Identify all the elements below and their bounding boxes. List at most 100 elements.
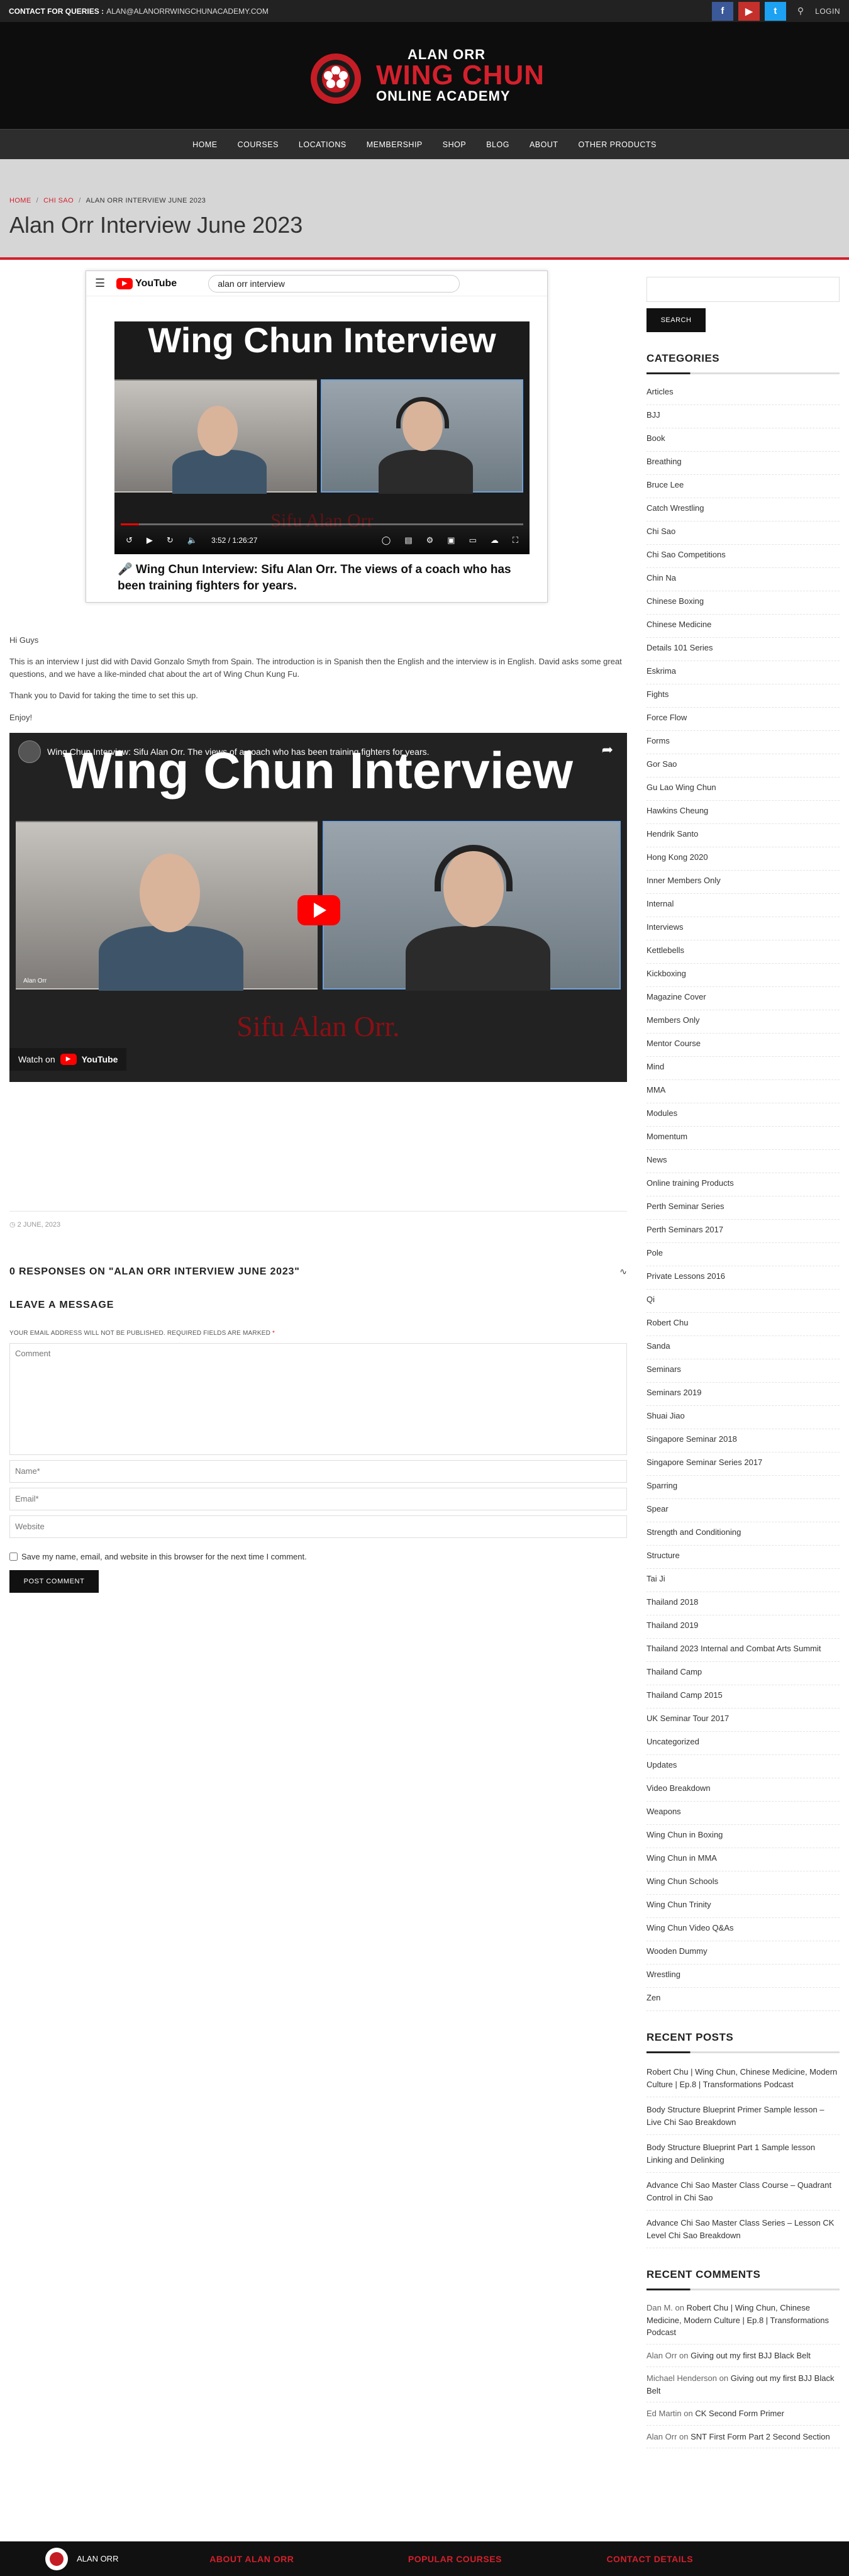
category-item[interactable]: Singapore Seminar 2018 bbox=[646, 1429, 840, 1452]
category-item[interactable]: Book bbox=[646, 428, 840, 452]
twitter-icon[interactable]: t bbox=[764, 1, 786, 21]
category-item[interactable]: Wing Chun in MMA bbox=[646, 1848, 840, 1871]
category-item[interactable]: UK Seminar Tour 2017 bbox=[646, 1709, 840, 1732]
forward-icon[interactable]: ↻ bbox=[167, 535, 174, 545]
hamburger-icon[interactable]: ☰ bbox=[95, 277, 105, 290]
category-item[interactable]: Momentum bbox=[646, 1127, 840, 1150]
category-item[interactable]: Seminars bbox=[646, 1359, 840, 1383]
comment-author[interactable]: Dan M. bbox=[646, 2303, 673, 2312]
email-field[interactable] bbox=[9, 1487, 627, 1510]
rewind-icon[interactable]: ↺ bbox=[126, 535, 133, 545]
youtube-logo[interactable]: ▶ YouTube bbox=[116, 277, 177, 289]
category-item[interactable]: Zen bbox=[646, 1988, 840, 2011]
category-item[interactable]: Magazine Cover bbox=[646, 987, 840, 1010]
nav-about[interactable]: ABOUT bbox=[530, 140, 558, 149]
category-item[interactable]: Eskrima bbox=[646, 661, 840, 684]
sidebar-search-input[interactable] bbox=[646, 277, 840, 302]
recent-post-item[interactable]: Advance Chi Sao Master Class Series – Le… bbox=[646, 2211, 840, 2248]
play-icon[interactable]: ▶ bbox=[147, 535, 153, 545]
category-item[interactable]: Inner Members Only bbox=[646, 871, 840, 894]
category-item[interactable]: Mentor Course bbox=[646, 1034, 840, 1057]
category-item[interactable]: Qi bbox=[646, 1290, 840, 1313]
category-item[interactable]: Robert Chu bbox=[646, 1313, 840, 1336]
category-item[interactable]: Wing Chun in Boxing bbox=[646, 1825, 840, 1848]
comment-textarea[interactable] bbox=[9, 1342, 627, 1455]
nav-locations[interactable]: LOCATIONS bbox=[299, 140, 347, 149]
category-item[interactable]: Bruce Lee bbox=[646, 475, 840, 498]
category-item[interactable]: Articles bbox=[646, 382, 840, 405]
category-item[interactable]: Chi Sao bbox=[646, 521, 840, 545]
search-icon[interactable]: ⚲ bbox=[797, 6, 804, 16]
category-item[interactable]: Online training Products bbox=[646, 1173, 840, 1196]
category-item[interactable]: Thailand 2019 bbox=[646, 1615, 840, 1639]
category-item[interactable]: Kettlebells bbox=[646, 940, 840, 964]
comment-post-link[interactable]: Robert Chu | Wing Chun, Chinese Medicine… bbox=[646, 2303, 829, 2337]
login-link[interactable]: LOGIN bbox=[815, 7, 840, 16]
category-item[interactable]: Tai Ji bbox=[646, 1569, 840, 1592]
category-item[interactable]: Forms bbox=[646, 731, 840, 754]
category-item[interactable]: Pole bbox=[646, 1243, 840, 1266]
category-item[interactable]: Details 101 Series bbox=[646, 638, 840, 661]
recent-post-item[interactable]: Body Structure Blueprint Primer Sample l… bbox=[646, 2097, 840, 2135]
facebook-icon[interactable]: f bbox=[711, 1, 733, 21]
category-item[interactable]: Fights bbox=[646, 684, 840, 708]
category-item[interactable]: Wing Chun Trinity bbox=[646, 1895, 840, 1918]
category-item[interactable]: Catch Wrestling bbox=[646, 498, 840, 521]
category-item[interactable]: Wrestling bbox=[646, 1965, 840, 1988]
save-info-checkbox[interactable] bbox=[9, 1552, 18, 1561]
category-item[interactable]: Sparring bbox=[646, 1476, 840, 1499]
rss-icon[interactable]: ∿ bbox=[619, 1266, 627, 1277]
category-item[interactable]: Strength and Conditioning bbox=[646, 1522, 840, 1546]
site-logo[interactable]: ALAN ORR WING CHUN ONLINE ACADEMY bbox=[304, 44, 545, 107]
category-item[interactable]: Spear bbox=[646, 1499, 840, 1522]
category-item[interactable]: Perth Seminars 2017 bbox=[646, 1220, 840, 1243]
play-button[interactable] bbox=[297, 895, 340, 925]
category-item[interactable]: Interviews bbox=[646, 917, 840, 940]
category-item[interactable]: Internal bbox=[646, 894, 840, 917]
breadcrumb-category[interactable]: CHI SAO bbox=[43, 197, 74, 204]
category-item[interactable]: Hawkins Cheung bbox=[646, 801, 840, 824]
sidebar-search-button[interactable]: SEARCH bbox=[646, 308, 706, 332]
share-icon[interactable]: ➦ bbox=[602, 742, 613, 758]
breadcrumb-home[interactable]: HOME bbox=[9, 197, 31, 204]
category-item[interactable]: Updates bbox=[646, 1755, 840, 1778]
category-item[interactable]: Chi Sao Competitions bbox=[646, 545, 840, 568]
category-item[interactable]: Members Only bbox=[646, 1010, 840, 1034]
comment-post-link[interactable]: SNT First Form Part 2 Second Section bbox=[691, 2432, 830, 2441]
nav-home[interactable]: HOME bbox=[192, 140, 218, 149]
nav-other-products[interactable]: OTHER PRODUCTS bbox=[579, 140, 657, 149]
category-item[interactable]: Weapons bbox=[646, 1802, 840, 1825]
category-item[interactable]: BJJ bbox=[646, 405, 840, 428]
youtube-icon[interactable]: ▶ bbox=[738, 1, 760, 21]
category-item[interactable]: Chinese Boxing bbox=[646, 591, 840, 615]
cast-icon[interactable]: ☁ bbox=[491, 535, 499, 545]
comment-author[interactable]: Michael Henderson bbox=[646, 2373, 717, 2383]
recent-post-item[interactable]: Body Structure Blueprint Part 1 Sample l… bbox=[646, 2135, 840, 2173]
comment-author[interactable]: Alan Orr bbox=[646, 2432, 677, 2441]
comment-author[interactable]: Alan Orr bbox=[646, 2351, 677, 2360]
category-item[interactable]: Video Breakdown bbox=[646, 1778, 840, 1802]
category-item[interactable]: Modules bbox=[646, 1103, 840, 1127]
fullscreen-icon[interactable]: ⛶ bbox=[513, 535, 518, 545]
youtube-video-player[interactable]: Wing Chun Interview Wing Chun Interview:… bbox=[9, 732, 627, 1082]
category-item[interactable]: Wing Chun Video Q&As bbox=[646, 1918, 840, 1941]
youtube-screenshot-embed[interactable]: ☰ ▶ YouTube alan orr interview Wing Chun … bbox=[86, 270, 548, 603]
comment-post-link[interactable]: Giving out my first BJJ Black Belt bbox=[691, 2351, 811, 2360]
theater-icon[interactable]: ▭ bbox=[469, 535, 477, 545]
youtube-search-input[interactable]: alan orr interview bbox=[208, 274, 460, 293]
category-item[interactable]: Gu Lao Wing Chun bbox=[646, 778, 840, 801]
category-item[interactable]: Thailand Camp 2015 bbox=[646, 1685, 840, 1709]
category-item[interactable]: Private Lessons 2016 bbox=[646, 1266, 840, 1290]
nav-shop[interactable]: SHOP bbox=[443, 140, 466, 149]
post-comment-button[interactable]: POST COMMENT bbox=[9, 1570, 99, 1593]
category-item[interactable]: Structure bbox=[646, 1546, 840, 1569]
nav-membership[interactable]: MEMBERSHIP bbox=[367, 140, 423, 149]
comment-author[interactable]: Ed Martin bbox=[646, 2409, 682, 2418]
category-item[interactable]: Wooden Dummy bbox=[646, 1941, 840, 1965]
volume-icon[interactable]: 🔈 bbox=[187, 535, 197, 545]
category-item[interactable]: Wing Chun Schools bbox=[646, 1871, 840, 1895]
website-field[interactable] bbox=[9, 1515, 627, 1538]
category-item[interactable]: MMA bbox=[646, 1080, 840, 1103]
video-frame[interactable]: Wing Chun Interview Sifu Alan Orr ↺ ▶ ↻ … bbox=[114, 321, 530, 554]
miniplayer-icon[interactable]: ▣ bbox=[447, 535, 455, 545]
